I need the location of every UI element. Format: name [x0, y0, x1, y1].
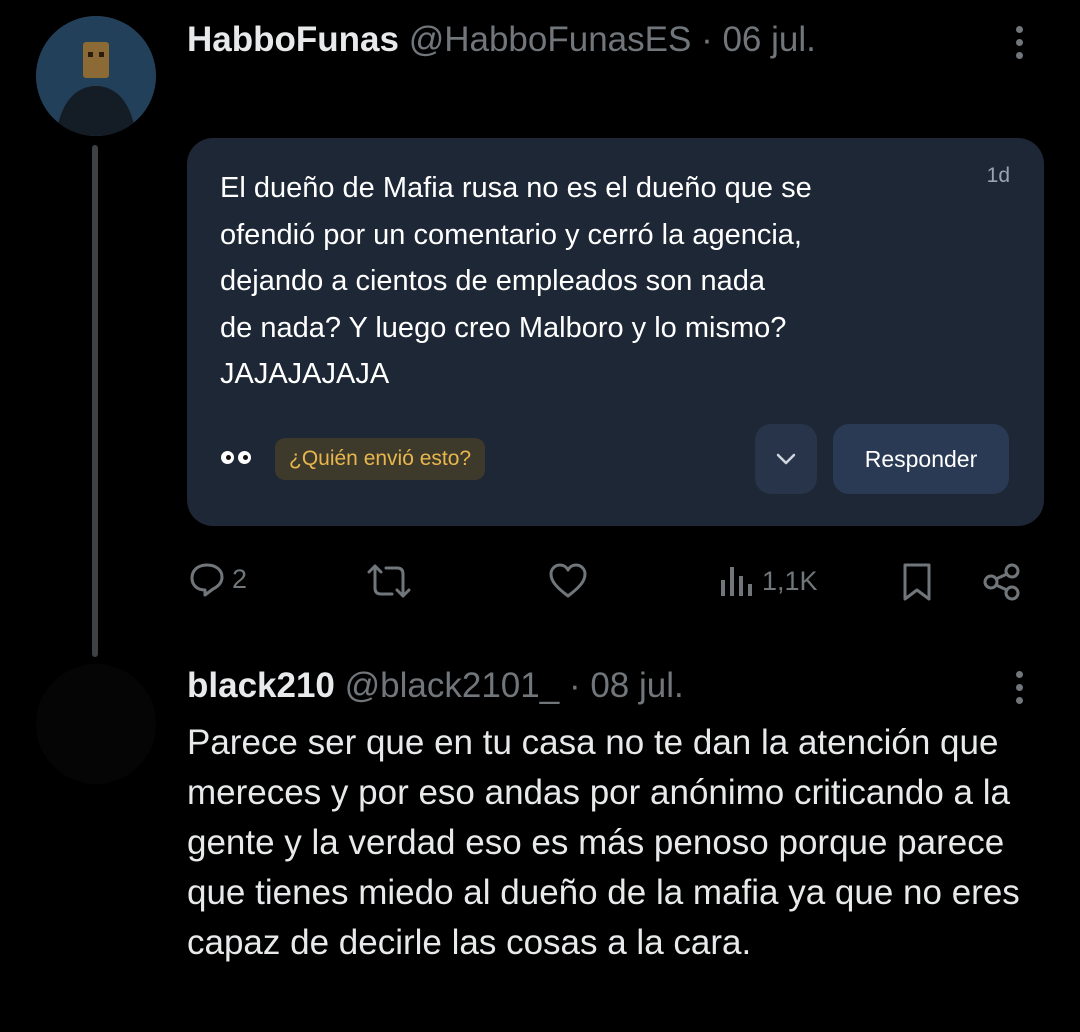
more-vertical-icon[interactable]: [1016, 671, 1024, 704]
responder-button[interactable]: Responder: [833, 424, 1009, 494]
more-vertical-icon[interactable]: [1016, 26, 1024, 59]
card-age: 1d: [986, 164, 1010, 187]
bar-chart-icon: [721, 567, 752, 596]
reply-text: Parece ser que en tu casa no te dan la a…: [187, 723, 1020, 962]
share-action[interactable]: [982, 562, 1022, 602]
retweet-icon: [367, 564, 411, 598]
reply-count: 2: [232, 563, 248, 594]
heart-icon: [549, 563, 587, 598]
author-handle[interactable]: @HabboFunasES: [409, 20, 692, 59]
chevron-down-icon: [776, 453, 796, 465]
eyes-icon: [221, 451, 251, 464]
tweet-date[interactable]: 06 jul.: [722, 20, 815, 59]
reply-author-handle[interactable]: @black2101_: [345, 666, 560, 705]
dropdown-button[interactable]: [755, 424, 817, 494]
author-name[interactable]: HabboFunas: [187, 20, 399, 59]
reply-date[interactable]: 08 jul.: [590, 666, 683, 705]
share-icon: [983, 563, 1020, 601]
retweet-action[interactable]: [366, 562, 418, 600]
separator: ·: [701, 20, 713, 59]
question-card: El dueño de Mafia rusa no es el dueño qu…: [187, 138, 1044, 526]
views-action[interactable]: 1,1K: [718, 564, 818, 598]
bookmark-icon: [903, 563, 931, 601]
reply-author-name[interactable]: black210: [187, 666, 335, 705]
who-sent-chip[interactable]: ¿Quién envió esto?: [275, 438, 486, 480]
reply-header: black210 @black2101_ · 08 jul.: [187, 664, 684, 708]
avatar[interactable]: [36, 16, 156, 136]
tweet-header: HabboFunas @HabboFunasES · 06 jul.: [187, 18, 816, 62]
card-message: El dueño de Mafia rusa no es el dueño qu…: [220, 172, 812, 390]
tweet-actions: 2 1,1K: [0, 556, 1080, 608]
views-count: 1,1K: [762, 565, 818, 596]
reply-separator: ·: [568, 666, 581, 705]
bookmark-action[interactable]: [900, 562, 934, 602]
reply-avatar[interactable]: [36, 664, 156, 784]
speech-bubble-icon: [190, 563, 224, 597]
reply-action[interactable]: 2: [188, 560, 247, 598]
like-action[interactable]: [548, 562, 594, 600]
